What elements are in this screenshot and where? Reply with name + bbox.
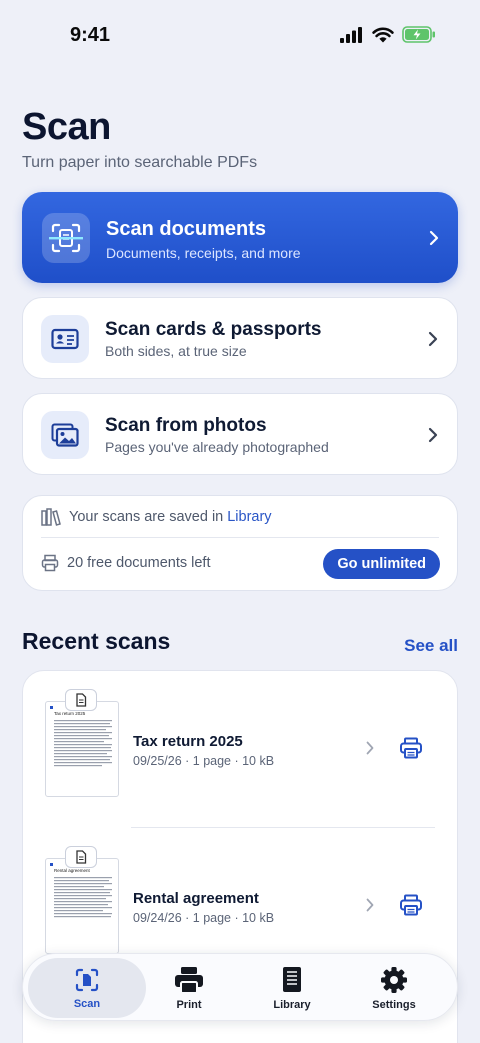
document-name: Tax return 2025 xyxy=(133,733,243,750)
print-icon[interactable] xyxy=(399,894,423,916)
document-thumbnail: Tax return 2025 xyxy=(23,671,141,797)
tab-label: Scan xyxy=(73,997,101,1010)
tab-label: Settings xyxy=(372,998,416,1011)
scan-cards-button[interactable]: Scan cards & passports Both sides, at tr… xyxy=(22,297,458,379)
tab-label: Library xyxy=(273,998,311,1011)
thumb-heading: Rental agreement xyxy=(54,868,91,873)
status-bar: 9:41 xyxy=(0,0,480,70)
saved-row: Your scans are saved in Library xyxy=(41,508,439,526)
scan-documents-button[interactable]: Scan documents Documents, receipts, and … xyxy=(22,192,458,283)
books-icon xyxy=(41,508,61,526)
scan-cards-title: Scan cards & passports xyxy=(105,319,322,340)
divider xyxy=(41,537,439,538)
document-thumbnail: Rental agreement xyxy=(23,828,141,954)
go-unlimited-button[interactable]: Go unlimited xyxy=(323,549,440,579)
scan-from-photos-button[interactable]: Scan from photos Pages you've already ph… xyxy=(22,393,458,475)
tab-library[interactable]: Library xyxy=(237,958,347,1018)
page-subtitle: Turn paper into searchable PDFs xyxy=(22,154,258,171)
document-page: Tax return 2025 xyxy=(45,701,119,797)
document-page: Rental agreement xyxy=(45,858,119,954)
recent-scans-title: Recent scans xyxy=(22,628,171,654)
chevron-right-icon xyxy=(428,427,438,443)
wifi-icon xyxy=(372,27,394,42)
document-name: Rental agreement xyxy=(133,890,259,907)
page-title: Scan xyxy=(22,106,111,148)
info-card: Your scans are saved in Library 20 free … xyxy=(22,495,458,591)
gear-icon xyxy=(381,966,407,993)
list-item[interactable]: Tax return 2025 Tax return 2025 09/25/26… xyxy=(23,671,459,827)
document-scan-icon xyxy=(42,213,90,263)
chevron-right-icon xyxy=(366,898,374,912)
document-meta: 09/25/26 · 1 page · 10 kB xyxy=(133,754,275,768)
chevron-right-icon xyxy=(366,741,374,755)
tab-print[interactable]: Print xyxy=(134,958,244,1018)
chevron-right-icon xyxy=(428,331,438,347)
id-card-icon xyxy=(41,315,89,363)
scan-documents-subtitle: Documents, receipts, and more xyxy=(106,245,301,261)
tab-scan[interactable]: Scan xyxy=(28,958,146,1018)
tab-settings[interactable]: Settings xyxy=(339,958,449,1018)
document-icon xyxy=(65,689,97,711)
photos-icon xyxy=(41,411,89,459)
tab-label: Print xyxy=(176,998,202,1011)
scan-documents-title: Scan documents xyxy=(106,218,267,240)
library-link[interactable]: Library xyxy=(227,509,271,525)
battery-icon xyxy=(402,26,435,43)
status-icons xyxy=(340,26,436,43)
scan-icon xyxy=(75,968,99,991)
printer-icon xyxy=(175,966,203,994)
signal-icon xyxy=(340,26,362,43)
document-icon xyxy=(65,846,97,868)
status-time: 9:41 xyxy=(70,24,111,46)
chevron-right-icon xyxy=(429,230,439,246)
scan-photos-subtitle: Pages you've already photographed xyxy=(105,439,329,455)
library-icon xyxy=(283,966,301,992)
printer-icon xyxy=(41,554,59,572)
document-meta: 09/24/26 · 1 page · 10 kB xyxy=(133,911,275,925)
print-icon[interactable] xyxy=(399,737,423,759)
tab-bar: Scan Print Library Settings xyxy=(22,953,458,1021)
scan-photos-title: Scan from photos xyxy=(105,415,267,436)
saved-text: Your scans are saved in xyxy=(69,509,224,525)
free-left-text: 20 free documents left xyxy=(67,555,211,571)
thumb-heading: Tax return 2025 xyxy=(54,711,86,716)
see-all-link[interactable]: See all xyxy=(404,636,458,656)
scan-cards-subtitle: Both sides, at true size xyxy=(105,343,247,359)
